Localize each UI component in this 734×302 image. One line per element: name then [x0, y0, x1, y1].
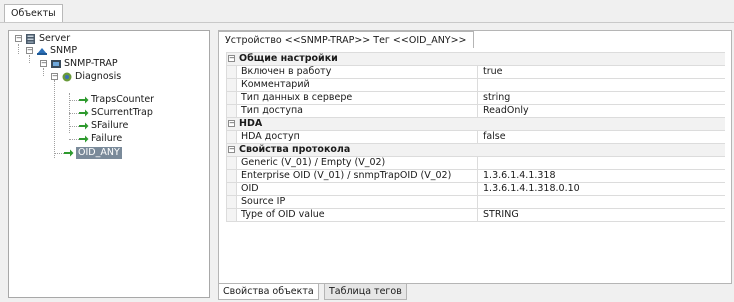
property-value[interactable]: true [483, 66, 503, 78]
tree-node-sfailure[interactable]: SFailure [79, 120, 204, 132]
category-label: Свойства протокола [239, 144, 351, 155]
tree-node-label: Failure [91, 133, 123, 144]
collapse-icon[interactable]: − [40, 60, 47, 67]
tree-node-label: SNMP-TRAP [64, 58, 118, 69]
property-row-access-type[interactable]: Тип доступа ReadOnly [227, 105, 725, 118]
category-label: Общие настройки [239, 53, 338, 64]
tree-connector [69, 113, 79, 114]
property-name: Тип данных в сервере [241, 92, 353, 103]
property-name: Тип доступа [241, 105, 304, 116]
tree-connector [54, 153, 64, 154]
tag-arrow-icon [79, 122, 89, 130]
tab-device-tag[interactable]: Устройство <<SNMP-TRAP>> Тег <<OID_ANY>> [218, 31, 474, 48]
property-name: Generic (V_01) / Empty (V_02) [241, 157, 386, 168]
property-value[interactable]: 1.3.6.1.4.1.318 [483, 170, 556, 182]
property-grid: − Общие настройки Включен в работу true … [226, 52, 725, 222]
tab-object-properties[interactable]: Свойства объекта [218, 284, 319, 300]
tree-node-label: Server [39, 33, 71, 44]
tab-tag-table[interactable]: Таблица тегов [324, 284, 407, 300]
property-name: Включен в работу [241, 66, 332, 77]
tree-node-label: Diagnosis [75, 71, 122, 82]
tag-arrow-icon [79, 109, 89, 117]
tree-node-diagnosis[interactable]: − Diagnosis [51, 71, 201, 83]
category-hda[interactable]: − HDA [227, 118, 725, 131]
tree-connector [18, 44, 19, 54]
property-row-comment[interactable]: Комментарий [227, 79, 725, 92]
property-value[interactable]: 1.3.6.1.4.1.318.0.10 [483, 183, 580, 195]
tree-node-failure[interactable]: Failure [79, 133, 204, 145]
object-tree[interactable]: − Server − SNMP − SNMP-TRAP − Diagnosis … [8, 30, 210, 298]
property-row-hda-access[interactable]: HDA доступ false [227, 131, 725, 144]
server-icon [26, 34, 35, 44]
network-icon [37, 48, 47, 55]
property-name: Enterprise OID (V_01) / snmpTrapOID (V_0… [241, 170, 452, 181]
tag-arrow-icon [79, 96, 89, 104]
tree-node-snmp[interactable]: − SNMP [26, 45, 196, 57]
property-name: HDA доступ [241, 131, 300, 142]
collapse-icon[interactable]: − [228, 146, 235, 153]
property-row-generic[interactable]: Generic (V_01) / Empty (V_02) [227, 157, 725, 170]
device-icon [51, 60, 61, 68]
tree-node-label: SFailure [91, 120, 129, 131]
property-name: Комментарий [241, 79, 310, 90]
collapse-icon[interactable]: − [228, 120, 235, 127]
tree-node-label: TrapsCounter [91, 94, 155, 105]
tree-connector [69, 139, 79, 140]
property-row-datatype[interactable]: Тип данных в сервере string [227, 92, 725, 105]
property-name: Source IP [241, 196, 286, 207]
tree-node-label: SNMP [50, 45, 78, 56]
property-value[interactable]: false [483, 131, 506, 143]
tree-connector [54, 80, 55, 158]
tree-node-snmp-trap[interactable]: − SNMP-TRAP [40, 58, 200, 70]
collapse-icon[interactable]: − [26, 47, 33, 54]
property-value[interactable]: ReadOnly [483, 105, 529, 117]
tree-node-label: OID_ANY [76, 147, 122, 159]
tree-connector [69, 126, 79, 127]
property-row-oid[interactable]: OID 1.3.6.1.4.1.318.0.10 [227, 183, 725, 196]
tree-node-label: SCurrentTrap [91, 107, 153, 118]
property-row-enterprise-oid[interactable]: Enterprise OID (V_01) / snmpTrapOID (V_0… [227, 170, 725, 183]
tree-node-traps-counter[interactable]: TrapsCounter [79, 94, 204, 106]
category-label: HDA [239, 118, 263, 129]
tree-connector [69, 100, 79, 101]
tree-node-scurrent-trap[interactable]: SCurrentTrap [79, 107, 204, 119]
diagnosis-icon [62, 72, 72, 82]
tree-node-server[interactable]: − Server [15, 33, 205, 45]
property-row-enabled[interactable]: Включен в работу true [227, 66, 725, 79]
property-value[interactable]: string [483, 92, 510, 104]
tag-arrow-icon [79, 135, 89, 143]
category-general[interactable]: − Общие настройки [227, 53, 725, 66]
tab-objects[interactable]: Объекты [4, 4, 63, 22]
collapse-icon[interactable]: − [51, 73, 58, 80]
property-row-oid-type[interactable]: Type of OID value STRING [227, 209, 725, 222]
collapse-icon[interactable]: − [228, 55, 235, 62]
property-row-source-ip[interactable]: Source IP [227, 196, 725, 209]
tree-node-oid-any[interactable]: OID_ANY [64, 147, 194, 159]
category-protocol[interactable]: − Свойства протокола [227, 144, 725, 157]
tag-arrow-icon [64, 149, 74, 157]
property-name: Type of OID value [241, 209, 325, 220]
property-name: OID [241, 183, 259, 194]
top-tabbar: Объекты [0, 0, 734, 23]
property-value[interactable]: STRING [483, 209, 519, 221]
collapse-icon[interactable]: − [15, 35, 22, 42]
